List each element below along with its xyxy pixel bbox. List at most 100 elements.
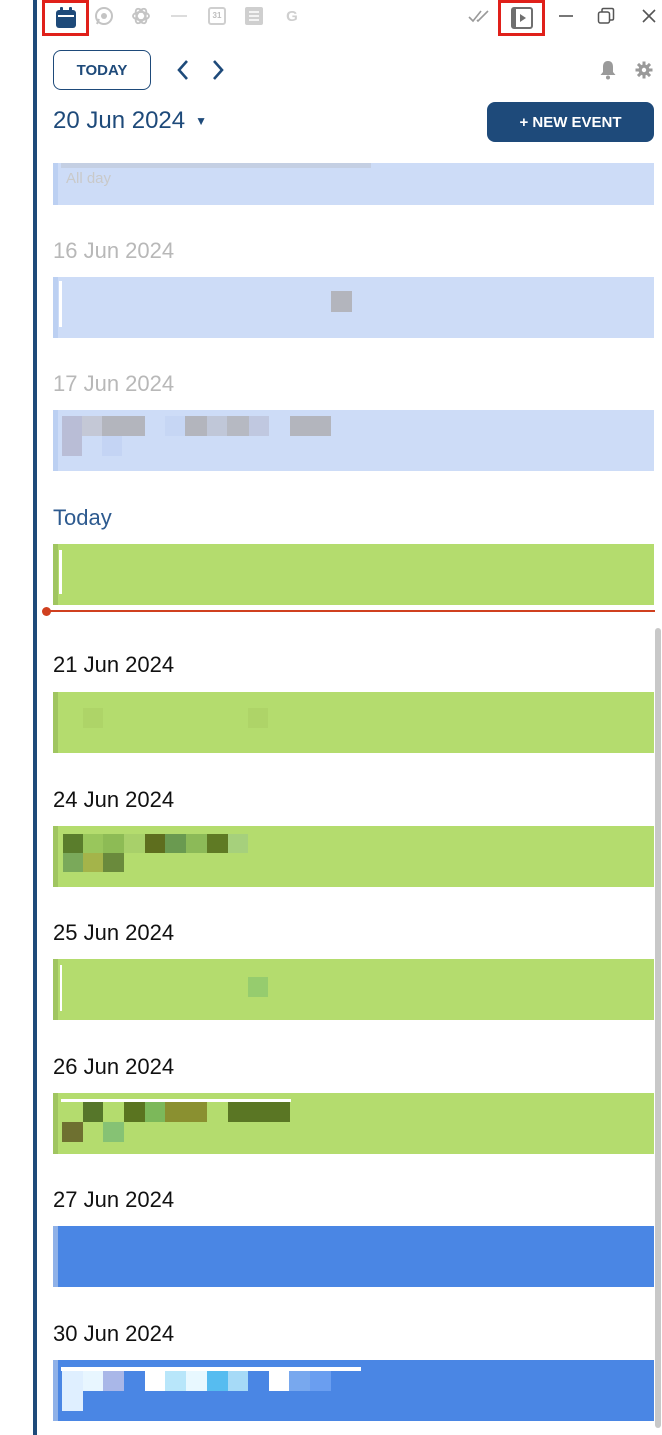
mark-all-read-button[interactable]: [466, 4, 492, 28]
notifications-button[interactable]: [597, 58, 619, 82]
event-color-strip: [53, 410, 58, 471]
blurred-title: [124, 1102, 145, 1122]
google-icon: G: [286, 7, 298, 25]
event-card[interactable]: [53, 959, 654, 1020]
calendar-app-tab[interactable]: [42, 0, 89, 36]
blurred-title: [186, 834, 207, 853]
settings-button[interactable]: [633, 58, 655, 82]
google-calendar-icon: 31: [208, 7, 226, 25]
blurred-title: [62, 416, 82, 456]
today-button[interactable]: TODAY: [53, 50, 151, 90]
blurred-title: [82, 416, 102, 436]
event-card[interactable]: [53, 410, 654, 471]
day-header: Today: [53, 505, 112, 530]
blurred-title: [290, 416, 331, 436]
minimize-button[interactable]: [555, 4, 577, 28]
blurred-title: [289, 1371, 310, 1391]
blurred-title: [185, 416, 207, 436]
google-tab[interactable]: G: [281, 5, 303, 27]
next-button[interactable]: [207, 55, 229, 85]
event-color-strip: [53, 1093, 58, 1154]
restore-icon: [597, 7, 615, 25]
stack-icon: [245, 7, 263, 25]
date-picker[interactable]: 20 Jun 2024 ▼: [53, 107, 207, 135]
side-panel-button[interactable]: [498, 0, 545, 36]
blurred-title: [228, 1102, 290, 1122]
blurred-title: [60, 965, 62, 1011]
blurred-title: [62, 1122, 83, 1142]
blurred-title: [145, 834, 165, 853]
blurred-title: [59, 550, 62, 594]
close-button[interactable]: [638, 4, 660, 28]
bell-icon: [599, 60, 617, 80]
restore-button[interactable]: [595, 4, 617, 28]
left-accent-bar: [33, 0, 37, 1435]
blurred-title: [145, 1371, 165, 1391]
chatgpt-tab[interactable]: [129, 4, 153, 28]
blurred-title: [207, 416, 227, 436]
blurred-title: [248, 708, 268, 728]
day-header: 26 Jun 2024: [53, 1054, 175, 1079]
blurred-title: [102, 436, 122, 456]
blurred-title: [165, 1102, 207, 1122]
blurred-title: [186, 1371, 207, 1391]
prev-button[interactable]: [172, 55, 194, 85]
gear-icon: [635, 61, 653, 79]
event-card[interactable]: [53, 1093, 654, 1154]
new-event-button[interactable]: + NEW EVENT: [487, 102, 654, 142]
chatgpt-icon: [131, 6, 151, 26]
event-card[interactable]: [53, 163, 654, 205]
day-header: 30 Jun 2024: [53, 1321, 175, 1346]
blurred-title: [228, 1371, 248, 1391]
blurred-title: [165, 416, 185, 436]
blurred-title: [249, 416, 269, 436]
blurred-title: [103, 1371, 124, 1391]
chevron-right-icon: [211, 59, 225, 81]
blurred-title: [62, 1371, 83, 1411]
blurred-title: [83, 1102, 103, 1122]
scrollbar-thumb[interactable]: [655, 628, 661, 1428]
blurred-title: [248, 977, 268, 997]
event-color-strip: [53, 1360, 58, 1421]
blurred-title: [83, 853, 103, 872]
blurred-title: [63, 853, 83, 872]
blurred-title: [63, 834, 83, 853]
blurred-title: [207, 834, 228, 853]
blurred-title: [310, 1371, 331, 1391]
blurred-title: [103, 853, 124, 872]
separator: [171, 15, 187, 17]
blurred-title: [207, 1371, 228, 1391]
blurred-title: [83, 708, 103, 728]
chevron-left-icon: [176, 59, 190, 81]
blurred-title: [83, 834, 103, 853]
event-card[interactable]: [53, 1360, 654, 1421]
day-header: 24 Jun 2024: [53, 787, 175, 812]
event-color-strip: [53, 959, 58, 1020]
event-card[interactable]: [53, 692, 654, 753]
event-card[interactable]: [53, 277, 654, 338]
google-calendar-badge: 31: [212, 11, 222, 20]
double-check-icon: [468, 9, 490, 23]
current-time-line: [47, 610, 655, 612]
google-calendar-tab[interactable]: 31: [206, 5, 228, 27]
blurred-title: [102, 416, 145, 436]
blurred-title: [124, 834, 145, 853]
event-card[interactable]: [53, 544, 654, 605]
event-color-strip: [53, 277, 58, 338]
stack-tab[interactable]: [243, 5, 265, 27]
blurred-title: [269, 1371, 289, 1391]
blurred-title: [165, 834, 186, 853]
event-card[interactable]: [53, 1226, 654, 1287]
event-color-strip: [53, 163, 58, 205]
blurred-title: [61, 163, 371, 168]
event-color-strip: [53, 692, 58, 753]
blurred-title: [103, 834, 124, 853]
event-card[interactable]: [53, 826, 654, 887]
blurred-title: [331, 291, 352, 312]
blurred-title: [228, 834, 248, 853]
whatsapp-tab[interactable]: [92, 4, 116, 28]
day-header: 17 Jun 2024: [53, 371, 175, 396]
whatsapp-icon: [94, 6, 114, 26]
event-subtitle: All day: [66, 170, 112, 187]
day-header: 21 Jun 2024: [53, 652, 175, 677]
